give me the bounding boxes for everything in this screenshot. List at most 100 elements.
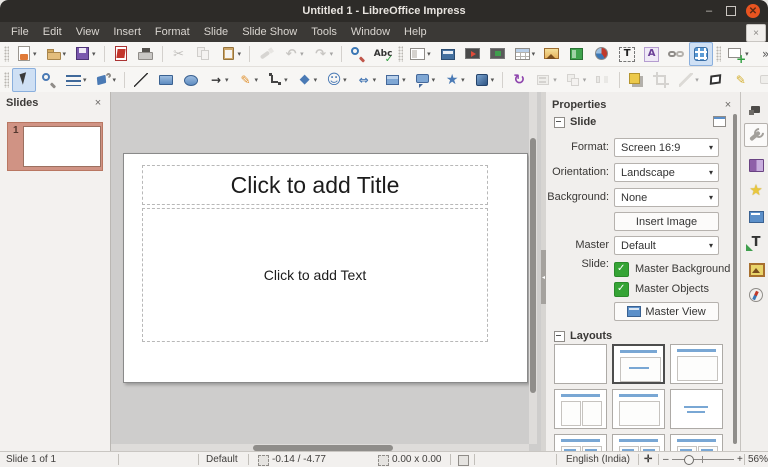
dropdown-arrow-icon[interactable] <box>284 76 288 84</box>
connectors-button[interactable] <box>263 68 292 92</box>
export-pdf-button[interactable] <box>109 42 133 66</box>
new-presentation-button[interactable] <box>12 42 41 66</box>
toolbar-grip[interactable] <box>716 46 721 62</box>
layouts-section-header[interactable]: Layouts <box>554 330 612 342</box>
master-slide-status[interactable]: Default <box>206 452 238 467</box>
dropdown-arrow-icon[interactable] <box>314 76 318 84</box>
sidebar-settings-button[interactable] <box>744 98 768 122</box>
menu-slide[interactable]: Slide <box>197 22 235 42</box>
dropdown-arrow-icon[interactable] <box>491 76 495 84</box>
vertical-scrollbar-thumb[interactable] <box>530 138 536 393</box>
collapse-icon[interactable] <box>554 117 565 128</box>
shadow-button[interactable] <box>624 68 648 92</box>
dropdown-arrow-icon[interactable] <box>553 76 557 84</box>
slide-count-status[interactable]: Slide 1 of 1 <box>6 452 56 467</box>
dropdown-arrow-icon[interactable] <box>300 50 304 58</box>
master-objects-row[interactable]: Master Objects <box>614 282 709 296</box>
layout-title-slide[interactable] <box>612 344 665 384</box>
dropdown-arrow-icon[interactable] <box>583 76 587 84</box>
dropdown-arrow-icon[interactable] <box>255 76 259 84</box>
zoom-slider-thumb[interactable] <box>684 455 694 465</box>
cursor-position-status[interactable]: -0.14 / -4.77 <box>272 452 326 467</box>
dropdown-arrow-icon[interactable] <box>113 76 117 84</box>
rotate-button[interactable]: ↻ <box>507 68 531 92</box>
symbol-shapes-button[interactable]: ☺ <box>322 68 351 92</box>
master-background-row[interactable]: Master Background <box>614 262 730 276</box>
language-status[interactable]: English (India) <box>566 452 630 467</box>
slide-thumbnail[interactable]: 1 <box>7 122 103 171</box>
master-slide-button[interactable] <box>436 42 460 66</box>
ellipse-button[interactable] <box>179 68 203 92</box>
3d-objects-button[interactable] <box>470 68 499 92</box>
dropdown-arrow-icon[interactable] <box>83 76 87 84</box>
layout-centered-text[interactable] <box>670 389 723 429</box>
collapse-icon[interactable] <box>554 331 565 342</box>
orientation-dropdown[interactable]: Landscape <box>614 163 719 182</box>
toolbar-grip[interactable] <box>4 72 9 88</box>
menu-edit[interactable]: Edit <box>36 22 69 42</box>
menu-window[interactable]: Window <box>344 22 397 42</box>
slide-section-header[interactable]: Slide <box>554 116 596 128</box>
menu-tools[interactable]: Tools <box>304 22 344 42</box>
open-button[interactable] <box>42 42 71 66</box>
insert-image-button[interactable] <box>540 42 564 66</box>
slides-panel-close-icon[interactable]: × <box>92 97 104 109</box>
menu-insert[interactable]: Insert <box>106 22 148 42</box>
dropdown-arrow-icon[interactable] <box>461 76 465 84</box>
dropdown-arrow-icon[interactable] <box>343 76 347 84</box>
menu-file[interactable]: File <box>4 22 36 42</box>
dropdown-arrow-icon[interactable] <box>532 50 536 58</box>
dropdown-arrow-icon[interactable] <box>238 50 242 58</box>
dropdown-arrow-icon[interactable] <box>402 76 406 84</box>
format-dropdown[interactable]: Screen 16:9 <box>614 138 719 157</box>
zoom-in-button[interactable]: + <box>737 452 743 467</box>
save-button[interactable] <box>71 42 100 66</box>
zoom-percent-status[interactable]: 56% <box>748 452 768 467</box>
block-arrows-button[interactable]: ⇔ <box>352 68 381 92</box>
animation-tab-button[interactable]: ★ <box>744 178 768 202</box>
layout-blank[interactable] <box>554 344 607 384</box>
fill-color-button[interactable] <box>92 68 121 92</box>
print-button[interactable] <box>134 42 158 66</box>
flowchart-button[interactable] <box>381 68 410 92</box>
slide-canvas[interactable]: Click to add Title Click to add Text <box>123 153 528 383</box>
properties-tab-button[interactable] <box>744 123 768 147</box>
zoom-slider[interactable] <box>672 459 734 460</box>
title-placeholder[interactable]: Click to add Title <box>142 165 488 205</box>
navigator-tab-button[interactable] <box>744 283 768 307</box>
dropdown-arrow-icon[interactable] <box>427 50 431 58</box>
more-options-icon[interactable] <box>713 116 726 127</box>
layout-title-only[interactable] <box>612 389 665 429</box>
overflow-button[interactable]: » <box>754 42 768 66</box>
select-button[interactable] <box>12 68 36 92</box>
stars-banners-button[interactable]: ★ <box>440 68 469 92</box>
background-dropdown[interactable]: None <box>614 188 719 207</box>
find-replace-button[interactable] <box>346 42 370 66</box>
insert-textbox-button[interactable]: T <box>615 42 639 66</box>
insert-table-button[interactable] <box>511 42 540 66</box>
dropdown-arrow-icon[interactable] <box>330 50 334 58</box>
properties-close-icon[interactable]: × <box>722 99 734 111</box>
styles-tab-button[interactable]: T <box>744 230 768 254</box>
menu-slide-show[interactable]: Slide Show <box>235 22 304 42</box>
insert-image-button[interactable]: Insert Image <box>614 212 719 231</box>
menu-view[interactable]: View <box>69 22 107 42</box>
toolbar-grip[interactable] <box>398 46 403 62</box>
insert-hyperlink-button[interactable] <box>664 42 688 66</box>
maximize-button[interactable] <box>724 4 738 18</box>
dropdown-arrow-icon[interactable] <box>695 76 699 84</box>
dropdown-arrow-icon[interactable] <box>432 76 436 84</box>
close-document-button[interactable]: × <box>746 24 766 42</box>
zoom-pan-button[interactable] <box>37 68 61 92</box>
zoom-out-button[interactable]: – <box>663 452 669 467</box>
start-first-slide-button[interactable] <box>461 42 485 66</box>
display-grid-button[interactable] <box>689 42 713 66</box>
paste-button[interactable] <box>217 42 246 66</box>
spelling-button[interactable]: Abc <box>371 42 395 66</box>
properties-scrollbar-thumb[interactable] <box>733 114 737 444</box>
new-slide-button[interactable] <box>724 42 753 66</box>
dropdown-arrow-icon[interactable] <box>225 76 229 84</box>
line-style-button[interactable] <box>62 68 91 92</box>
menu-help[interactable]: Help <box>397 22 434 42</box>
dropdown-arrow-icon[interactable] <box>63 50 67 58</box>
